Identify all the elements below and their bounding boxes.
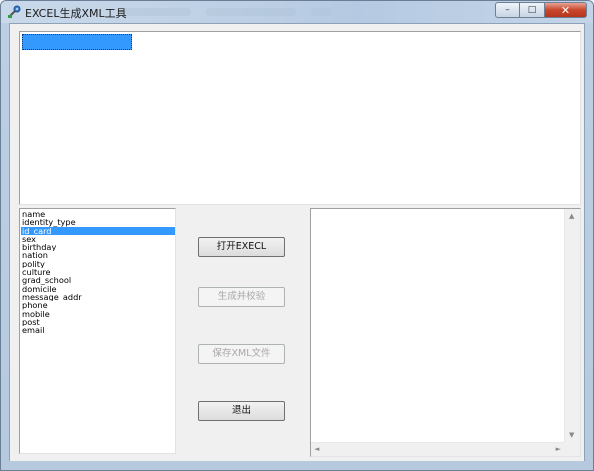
field-list-item[interactable]: email [21,326,175,334]
field-list-item[interactable]: message_addr [21,293,175,301]
field-list-item[interactable]: post [21,318,175,326]
field-list-item[interactable]: birthday [21,243,175,251]
horizontal-scrollbar[interactable]: ◄ ► [311,442,564,456]
scroll-right-icon[interactable]: ► [556,445,561,453]
open-excel-button[interactable]: 打开EXECL [198,237,285,257]
field-list-item[interactable]: identity_type [21,218,175,226]
title-bar-reflection [206,8,296,16]
maximize-button[interactable]: □ [520,2,545,18]
field-list-item[interactable]: sex [21,235,175,243]
field-list-item[interactable]: phone [21,301,175,309]
title-bar[interactable]: EXCEL生成XML工具 – □ ✕ [1,1,593,23]
field-list-item[interactable]: mobile [21,310,175,318]
caption-buttons: – □ ✕ [495,2,587,19]
maximize-icon: □ [527,5,537,15]
field-list-items: name identity_type id_card sex birthday natio… [21,210,175,334]
vertical-scrollbar[interactable]: ▲ ▼ [564,209,580,442]
field-list-item[interactable]: culture [21,268,175,276]
app-tool-icon [8,5,21,18]
minimize-icon: – [505,5,510,15]
scroll-left-icon[interactable]: ◄ [314,445,319,453]
field-list-item[interactable]: nation [21,251,175,259]
selected-grid-cell[interactable] [22,34,132,50]
save-xml-button[interactable]: 保存XML文件 [198,344,285,364]
field-list-item[interactable]: domicile [21,285,175,293]
title-bar-reflection [121,8,191,16]
app-window: EXCEL生成XML工具 – □ ✕ name identity_type id_c… [0,0,594,471]
scrollbar-corner [564,442,580,456]
generate-verify-button[interactable]: 生成并校验 [198,287,285,307]
field-list-item[interactable]: grad_school [21,276,175,284]
field-list-item[interactable]: id_card [21,226,175,235]
scroll-up-icon[interactable]: ▲ [569,212,574,220]
minimize-button[interactable]: – [495,2,520,18]
close-button[interactable]: ✕ [545,2,587,18]
spreadsheet-grid[interactable] [19,31,581,205]
exit-button[interactable]: 退出 [198,401,285,421]
title-bar-reflection [311,8,331,16]
field-list[interactable]: name identity_type id_card sex birthday natio… [19,208,176,454]
field-list-item[interactable]: polity [21,260,175,268]
field-list-item[interactable]: name [21,210,175,218]
close-icon: ✕ [560,3,571,17]
window-bottom-frame [1,461,593,470]
client-area: name identity_type id_card sex birthday natio… [9,23,585,463]
output-textarea[interactable]: ▲ ▼ ◄ ► [310,208,581,457]
scroll-down-icon[interactable]: ▼ [569,431,574,439]
window-title: EXCEL生成XML工具 [25,7,127,20]
